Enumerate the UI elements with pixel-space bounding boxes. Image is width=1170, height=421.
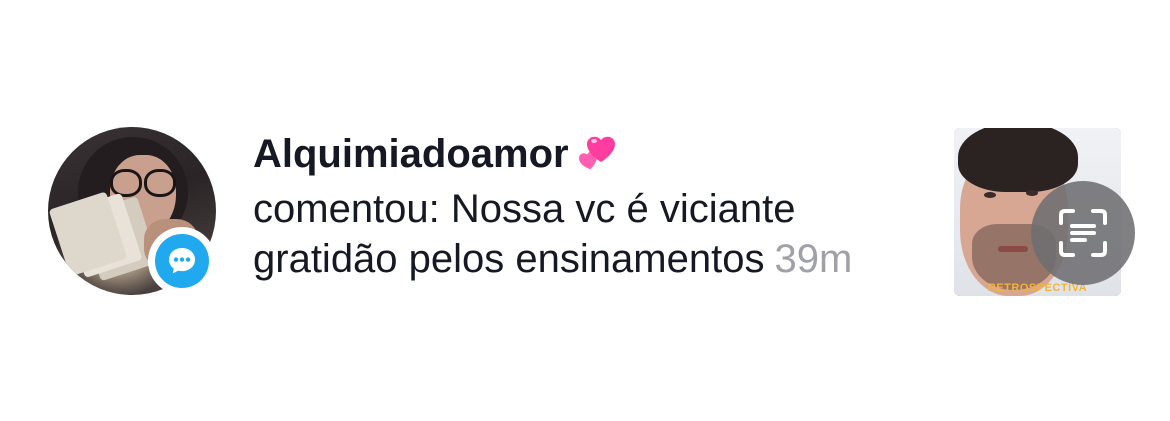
avatar-glasses-right: [144, 169, 176, 197]
avatar-glasses-left: [110, 169, 142, 197]
comment-line-1: comentou: Nossa vc é viciante: [253, 186, 795, 232]
thumbnail-eye-right: [1026, 190, 1038, 196]
username-text[interactable]: Alquimiadoamor: [253, 132, 569, 176]
thumbnail-mouth: [998, 246, 1028, 252]
notification-row[interactable]: Alquimiadoamor comentou: Nossa vc é vici…: [0, 0, 1170, 421]
comment-line-2: gratidão pelos ensinamentos 39m: [253, 236, 852, 282]
two-hearts-icon: [573, 134, 619, 183]
thumbnail-caption: RETROSPECTIVA: [987, 282, 1088, 294]
timestamp: 39m: [774, 237, 853, 281]
scan-text-icon: [1059, 209, 1107, 257]
comment-badge: [148, 227, 216, 295]
thumbnail-brow-right: [1018, 176, 1046, 181]
comment-bubble-icon: [155, 234, 209, 288]
thumbnail-eye-left: [984, 192, 996, 198]
comment-continued-text: gratidão pelos ensinamentos: [253, 237, 765, 281]
comment-action-text: comentou: Nossa vc é viciante: [253, 187, 796, 231]
thumbnail-brow-left: [978, 180, 1004, 185]
username[interactable]: Alquimiadoamor: [253, 132, 619, 183]
thumbnail-hair: [958, 128, 1078, 192]
scan-text-button[interactable]: [1031, 181, 1135, 285]
